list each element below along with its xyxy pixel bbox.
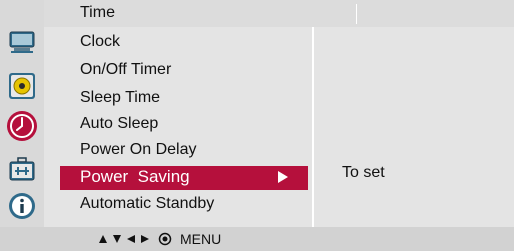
menu-item-power-saving[interactable]: Power Saving bbox=[60, 166, 308, 190]
info-icon[interactable] bbox=[8, 192, 36, 220]
menu-item-automatic-standby[interactable]: Automatic Standby bbox=[60, 193, 308, 215]
submenu-arrow-icon bbox=[278, 171, 288, 183]
menu-hint-label: MENU bbox=[180, 231, 222, 247]
right-triangle-icon bbox=[141, 235, 149, 243]
time-menu-list: Clock On/Off Timer Sleep Time Auto Sleep… bbox=[44, 27, 312, 227]
menu-item-label: Clock bbox=[80, 33, 121, 50]
setting-value-panel: To set bbox=[314, 27, 514, 227]
navigation-hint-bar: MENU bbox=[0, 227, 514, 251]
navigation-hint: MENU bbox=[98, 231, 221, 247]
up-triangle-icon bbox=[99, 235, 107, 243]
menu-item-label: Sleep Time bbox=[80, 89, 161, 106]
menu-item-clock[interactable]: Clock bbox=[60, 31, 308, 53]
menu-item-power-on-delay[interactable]: Power On Delay bbox=[60, 139, 308, 161]
down-triangle-icon bbox=[113, 235, 121, 243]
menu-item-auto-sleep[interactable]: Auto Sleep bbox=[60, 113, 308, 135]
menu-item-label: On/Off Timer bbox=[80, 61, 172, 78]
menu-header: Time bbox=[44, 0, 514, 27]
menu-item-on-off-timer[interactable]: On/Off Timer bbox=[60, 59, 308, 81]
page-title: Time bbox=[80, 4, 115, 21]
header-divider bbox=[356, 4, 357, 24]
select-circle-icon bbox=[158, 232, 172, 246]
clock-icon[interactable] bbox=[6, 110, 38, 142]
menu-item-label: Power Saving bbox=[80, 167, 190, 186]
osd-menu-window: Time Clock On/Off Timer Sleep Time Auto … bbox=[0, 0, 514, 251]
menu-item-label: Auto Sleep bbox=[80, 115, 159, 132]
setting-value-text: To set bbox=[342, 164, 385, 181]
category-sidebar bbox=[0, 0, 44, 227]
toolbox-icon[interactable] bbox=[8, 155, 36, 183]
audio-icon[interactable] bbox=[8, 72, 36, 100]
menu-item-sleep-time[interactable]: Sleep Time bbox=[60, 87, 308, 109]
monitor-icon[interactable] bbox=[8, 28, 36, 56]
menu-item-label: Power On Delay bbox=[80, 141, 197, 158]
menu-item-label: Automatic Standby bbox=[80, 195, 215, 212]
left-triangle-icon bbox=[127, 235, 135, 243]
